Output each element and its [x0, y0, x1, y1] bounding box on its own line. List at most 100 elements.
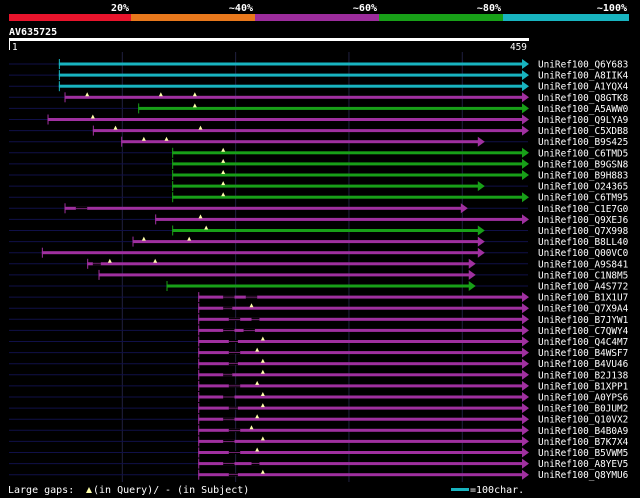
hit-label: UniRef100_A9S841 — [538, 259, 629, 270]
query-start-tick — [9, 41, 10, 50]
query-gap-marker — [249, 303, 254, 308]
hit-end-arrow — [522, 192, 529, 203]
query-gap-marker — [260, 369, 265, 374]
legend-label: 20% — [111, 3, 129, 14]
hit-end-arrow — [477, 247, 485, 258]
hit-bar — [198, 362, 523, 366]
hit-bar — [166, 284, 470, 288]
hit-label: UniRef100_A0YPS6 — [538, 393, 629, 404]
query-id: AV635725 — [9, 27, 57, 38]
hit-row: UniRef100_A1YQX4 — [9, 81, 629, 93]
query-gap-marker — [187, 236, 192, 241]
hit-start-tick — [198, 392, 200, 402]
legend-label: ~100% — [597, 3, 627, 14]
hit-start-tick — [58, 70, 60, 81]
hit-end-arrow — [522, 314, 529, 325]
hit-row: UniRef100_B7K7X4 — [9, 436, 629, 448]
legend-band — [503, 14, 629, 21]
hit-end-arrow — [522, 92, 529, 103]
hit-end-arrow — [477, 225, 485, 236]
hit-bar — [41, 251, 479, 255]
hit-bar — [47, 118, 524, 121]
hit-row: UniRef100_A4S772 — [9, 281, 628, 293]
hit-label: UniRef100_B4WSF7 — [538, 348, 628, 359]
hit-start-tick — [138, 103, 140, 114]
legend-band — [9, 14, 131, 21]
hit-row: UniRef100_B9S425 — [9, 136, 628, 148]
hit-row: UniRef100_A5AWW0 — [9, 103, 629, 115]
hit-row: UniRef100_Q9XEJ6 — [9, 214, 629, 226]
hit-end-arrow — [522, 369, 529, 380]
hit-label: UniRef100_A5AWW0 — [538, 104, 629, 115]
hit-row: UniRef100_Q4C4M7 — [9, 336, 628, 348]
query-gap-marker — [260, 336, 265, 341]
query-gap-marker — [107, 258, 112, 263]
hit-row: UniRef100_A0YPS6 — [9, 392, 629, 404]
hit-start-tick — [198, 380, 200, 391]
hit-end-arrow — [522, 170, 529, 180]
hit-row: UniRef100_B4WSF7 — [9, 347, 628, 359]
hit-label: UniRef100_Q00VC0 — [538, 248, 629, 259]
hit-row: UniRef100_A9S841 — [9, 258, 629, 270]
query-gap-marker — [260, 436, 265, 441]
hit-row: UniRef100_Q7X9A4 — [9, 303, 629, 315]
scale-text: =100char. — [470, 485, 524, 496]
gaps-query-text: (in Query)/ — [93, 485, 159, 496]
hit-label: UniRef100_Q9XEJ6 — [538, 215, 629, 226]
query-gap-marker — [260, 469, 265, 474]
hit-bar — [58, 62, 524, 66]
scale-guides — [121, 52, 463, 482]
hit-bar — [198, 428, 523, 432]
hit-row: UniRef100_B9H883 — [9, 170, 628, 182]
hit-start-tick — [198, 358, 200, 369]
hit-label: UniRef100_O24365 — [538, 182, 628, 193]
query-gap-marker — [198, 214, 203, 219]
hit-label: UniRef100_C6TMD5 — [538, 148, 628, 159]
hit-start-tick — [92, 125, 94, 136]
hit-bar — [198, 462, 523, 466]
hit-row: UniRef100_B5VWM5 — [9, 447, 628, 459]
hit-start-tick — [198, 447, 200, 458]
hit-start-tick — [172, 170, 174, 180]
hit-label: UniRef100_B1X1U7 — [538, 293, 628, 304]
hit-row: UniRef100_B4B0A9 — [9, 425, 629, 437]
hit-row: UniRef100_A8IIK4 — [9, 70, 629, 82]
hit-label: UniRef100_Q4C4M7 — [538, 337, 628, 348]
hit-end-arrow — [522, 336, 529, 347]
query-gap-marker — [255, 347, 260, 352]
hit-row: UniRef100_Q9LYA9 — [9, 114, 629, 126]
query-gap-marker — [249, 425, 254, 430]
hit-label: UniRef100_B4VU46 — [538, 359, 629, 370]
legend-band — [255, 14, 379, 21]
hit-start-tick — [58, 81, 60, 92]
alignment-overview: 20% ~40% ~60% ~80% ~100% AV635725 1 459 UniR… — [8, 3, 629, 496]
hit-start-tick — [198, 336, 200, 347]
hit-end-arrow — [522, 59, 529, 69]
query-gap-marker — [164, 136, 169, 141]
query-gap-marker — [153, 258, 158, 263]
hit-end-arrow — [522, 458, 529, 469]
hit-end-arrow — [522, 81, 529, 92]
query-gap-marker — [113, 125, 118, 130]
hit-row: UniRef100_Q8GTK8 — [9, 92, 629, 104]
hit-bar — [155, 217, 524, 221]
hit-label: UniRef100_B2J138 — [538, 370, 629, 381]
hit-label: UniRef100_B1XPP1 — [538, 381, 629, 392]
hit-label: UniRef100_C1E7G0 — [538, 204, 629, 215]
hit-label: UniRef100_B9S425 — [538, 137, 628, 148]
hit-end-arrow — [477, 236, 485, 247]
query-bar — [9, 38, 529, 41]
hit-row: UniRef100_Q8YMU6 — [9, 469, 629, 481]
hit-start-tick — [87, 258, 89, 269]
hit-end-arrow — [522, 125, 529, 136]
query-gap-marker — [260, 392, 265, 396]
legend-label: ~80% — [477, 3, 501, 14]
query-gap-marker — [221, 158, 226, 163]
hit-end-arrow — [522, 403, 529, 414]
hit-start-tick — [172, 181, 174, 192]
hit-start-tick — [166, 281, 168, 291]
hit-start-tick — [198, 347, 200, 358]
hit-end-arrow — [522, 436, 529, 447]
hit-start-tick — [198, 414, 200, 425]
hit-bar — [64, 206, 462, 210]
